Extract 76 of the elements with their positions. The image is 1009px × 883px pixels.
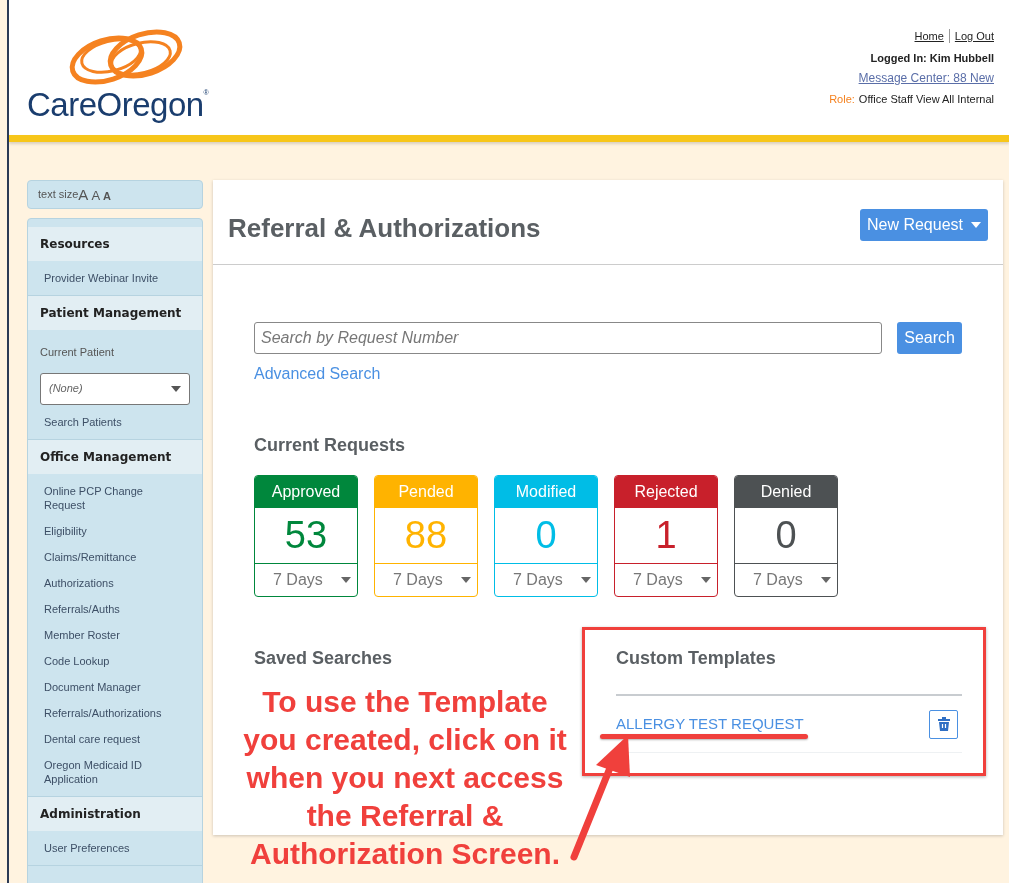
status-count: 0 bbox=[735, 508, 837, 564]
status-count: 88 bbox=[375, 508, 477, 564]
text-size-option[interactable]: A bbox=[103, 191, 111, 202]
sidebar-link[interactable]: Search Patients bbox=[28, 408, 202, 435]
status-count: 1 bbox=[615, 508, 717, 564]
status-card[interactable]: Rejected 1 7 Days bbox=[614, 475, 718, 597]
message-center-link[interactable]: Message Center: 88 New bbox=[858, 69, 994, 87]
sidebar-section-header: Resources bbox=[28, 227, 202, 261]
period-select[interactable]: 7 Days bbox=[255, 564, 357, 596]
section-title: Saved Searches bbox=[254, 647, 393, 670]
period-select[interactable]: 7 Days bbox=[375, 564, 477, 596]
page-title: Referral & Authorizations bbox=[228, 211, 541, 245]
period-select[interactable]: 7 Days bbox=[735, 564, 837, 596]
text-size-option[interactable]: A bbox=[78, 187, 89, 202]
advanced-search-link[interactable]: Advanced Search bbox=[254, 362, 381, 386]
status-count: 0 bbox=[495, 508, 597, 564]
template-link[interactable]: ALLERGY TEST REQUEST bbox=[616, 712, 804, 736]
role-value: Office Staff View All Internal bbox=[858, 92, 994, 107]
search-button[interactable]: Search bbox=[897, 322, 962, 354]
status-card[interactable]: Pended 88 7 Days bbox=[374, 475, 478, 597]
logged-in-text: Logged In: Kim Hubbell bbox=[870, 50, 994, 66]
text-size-option[interactable]: A bbox=[91, 189, 101, 202]
sidebar-link[interactable]: Eligibility bbox=[28, 517, 202, 544]
status-count: 53 bbox=[255, 508, 357, 564]
sidebar-section-header: Patient Management bbox=[28, 296, 202, 330]
sidebar-link[interactable]: Member Roster bbox=[28, 621, 202, 648]
delete-button[interactable] bbox=[929, 709, 958, 739]
sidebar-link[interactable]: Dental care request bbox=[28, 725, 202, 752]
status-card[interactable]: Denied 0 7 Days bbox=[734, 475, 838, 597]
section-title: Current Requests bbox=[254, 434, 407, 457]
caret-icon bbox=[971, 222, 981, 228]
period-select[interactable]: 7 Days bbox=[495, 564, 597, 596]
caret-icon bbox=[171, 385, 181, 392]
select-value: (None) bbox=[49, 381, 83, 397]
sidebar-link[interactable]: Referrals/Auths bbox=[28, 595, 202, 622]
sidebar-section-header: Office Management bbox=[28, 439, 202, 474]
caret-icon bbox=[461, 577, 471, 583]
period-value: 7 Days bbox=[273, 570, 323, 590]
sidebar-label: Current Patient bbox=[39, 345, 115, 360]
caret-icon bbox=[701, 577, 711, 583]
sidebar-link[interactable]: Claims/Remittance bbox=[28, 543, 202, 570]
caret-icon bbox=[341, 577, 351, 583]
status-label: Rejected bbox=[615, 476, 717, 508]
sidebar-link[interactable]: Document Manager bbox=[28, 673, 202, 700]
sidebar-link[interactable]: Code Lookup bbox=[28, 647, 202, 674]
logo-wordmark: CareOregon bbox=[27, 88, 204, 121]
sidebar-link[interactable]: Online PCP Change Request bbox=[28, 477, 202, 518]
caret-icon bbox=[821, 577, 831, 583]
status-label: Approved bbox=[255, 476, 357, 508]
section-title: Custom Templates bbox=[616, 645, 962, 696]
status-card[interactable]: Approved 53 7 Days bbox=[254, 475, 358, 597]
sidebar-section-header: Administration bbox=[28, 796, 202, 831]
period-value: 7 Days bbox=[393, 570, 443, 590]
status-label: Pended bbox=[375, 476, 477, 508]
text-size-label: text size bbox=[38, 186, 79, 202]
caret-icon bbox=[581, 577, 591, 583]
period-value: 7 Days bbox=[753, 570, 803, 590]
trash-icon bbox=[937, 717, 950, 731]
period-value: 7 Days bbox=[513, 570, 563, 590]
sidebar-link[interactable]: User Preferences bbox=[28, 834, 202, 861]
period-value: 7 Days bbox=[633, 570, 683, 590]
sidebar-link[interactable]: Referrals/Authorizations bbox=[28, 699, 202, 726]
header-link[interactable]: Home bbox=[914, 28, 944, 45]
sidebar-link[interactable]: Provider Webinar Invite bbox=[28, 265, 202, 291]
sidebar-link[interactable]: Authorizations bbox=[28, 569, 202, 596]
search-field[interactable]: Search by Request Number bbox=[254, 322, 883, 354]
status-label: Modified bbox=[495, 476, 597, 508]
new-request-button[interactable]: New Request bbox=[859, 209, 988, 241]
header-link[interactable]: Log Out bbox=[954, 28, 994, 45]
role-label: Role: bbox=[829, 92, 855, 107]
status-card[interactable]: Modified 0 7 Days bbox=[494, 475, 598, 597]
status-label: Denied bbox=[735, 476, 837, 508]
annotation-text: To use the Template you created, click on it when you next access the Referral & Authorization Screen. bbox=[242, 684, 568, 872]
period-select[interactable]: 7 Days bbox=[615, 564, 717, 596]
patient-select[interactable]: (None) bbox=[40, 372, 190, 405]
sidebar-link[interactable]: Oregon Medicaid ID Application bbox=[28, 751, 202, 792]
